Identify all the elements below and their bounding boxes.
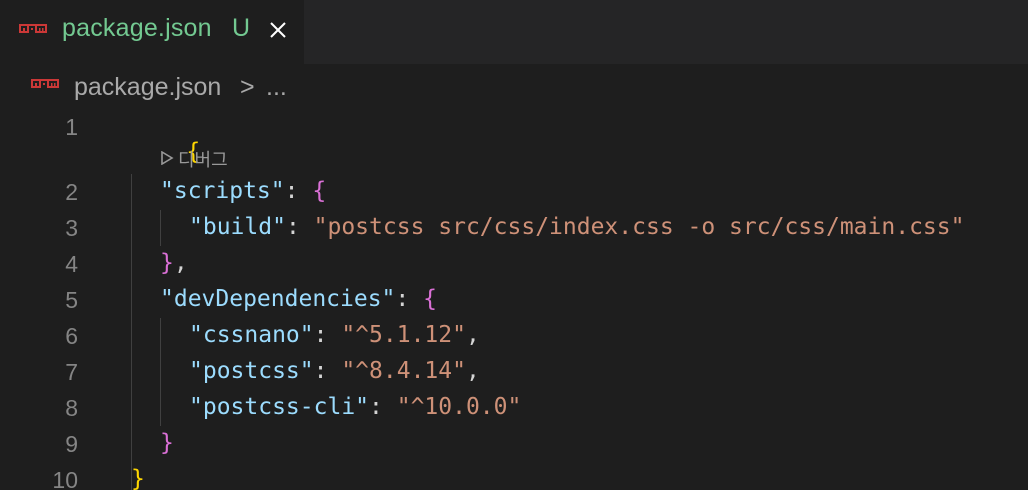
json-string: "postcss src/css/index.css -o src/css/ma… <box>313 214 965 240</box>
line-number: 10 <box>52 467 78 490</box>
json-colon: : <box>285 214 314 240</box>
breadcrumb-separator: > <box>240 73 255 101</box>
breadcrumb-more[interactable]: ... <box>266 73 287 102</box>
code-line: }, <box>160 250 188 276</box>
code-line: "postcss-cli": "^10.0.0" <box>189 394 521 420</box>
json-colon: : <box>395 286 424 312</box>
json-bracket: } <box>160 430 174 456</box>
json-bracket: } <box>160 250 174 276</box>
line-number: 5 <box>65 287 78 313</box>
tab-package-json[interactable]: package.json U <box>0 0 304 64</box>
line-number: 4 <box>65 251 78 277</box>
play-icon <box>160 149 174 170</box>
indent-guide <box>160 318 161 426</box>
json-colon: : <box>313 358 342 384</box>
json-key: "postcss" <box>189 358 314 384</box>
json-string: "^10.0.0" <box>396 394 522 420</box>
close-icon[interactable] <box>266 18 290 42</box>
debug-codelens-label: 디버그 <box>178 150 228 171</box>
json-bracket: } <box>131 466 145 490</box>
json-key: "devDependencies" <box>160 286 396 312</box>
npm-icon <box>31 79 59 91</box>
line-number: 6 <box>65 323 78 349</box>
json-comma: , <box>465 322 480 348</box>
code-line: "devDependencies": { <box>160 286 437 312</box>
code-line: "build": "postcss src/css/index.css -o s… <box>189 214 964 240</box>
npm-icon <box>19 24 47 36</box>
json-key: "postcss-cli" <box>189 394 370 420</box>
tab-filename: package.json <box>62 14 212 42</box>
json-comma: , <box>173 250 188 276</box>
json-colon: : <box>313 322 342 348</box>
code-line: } <box>131 466 145 490</box>
code-line: "cssnano": "^5.1.12", <box>189 322 480 348</box>
indent-guide <box>131 174 132 490</box>
json-string: "^5.1.12" <box>341 322 466 348</box>
untracked-status-badge: U <box>232 14 251 42</box>
json-string: "^8.4.14" <box>341 358 466 384</box>
line-number: 7 <box>65 359 78 385</box>
json-key: "scripts" <box>160 178 285 204</box>
code-line: "postcss": "^8.4.14", <box>189 358 480 384</box>
tab-bar: package.json U <box>0 0 1028 64</box>
json-bracket: { <box>423 286 437 312</box>
json-comma: , <box>465 358 480 384</box>
code-editor[interactable]: 1 2 3 4 5 6 7 8 9 10 { "scripts": { "bui… <box>0 108 1028 490</box>
code-line: } <box>160 430 174 456</box>
code-line: "scripts": { <box>160 178 326 204</box>
line-number: 1 <box>65 114 78 140</box>
debug-codelens[interactable]: 디버그 <box>160 146 228 172</box>
json-key: "build" <box>189 214 286 240</box>
line-number: 2 <box>65 179 78 205</box>
breadcrumb-file[interactable]: package.json <box>74 73 221 102</box>
json-key: "cssnano" <box>189 322 314 348</box>
line-number: 3 <box>65 215 78 241</box>
json-bracket: { <box>312 178 327 204</box>
indent-guide <box>160 210 161 246</box>
json-colon: : <box>284 178 313 204</box>
line-number: 9 <box>65 431 78 457</box>
json-colon: : <box>369 394 397 420</box>
line-number: 8 <box>65 395 78 421</box>
